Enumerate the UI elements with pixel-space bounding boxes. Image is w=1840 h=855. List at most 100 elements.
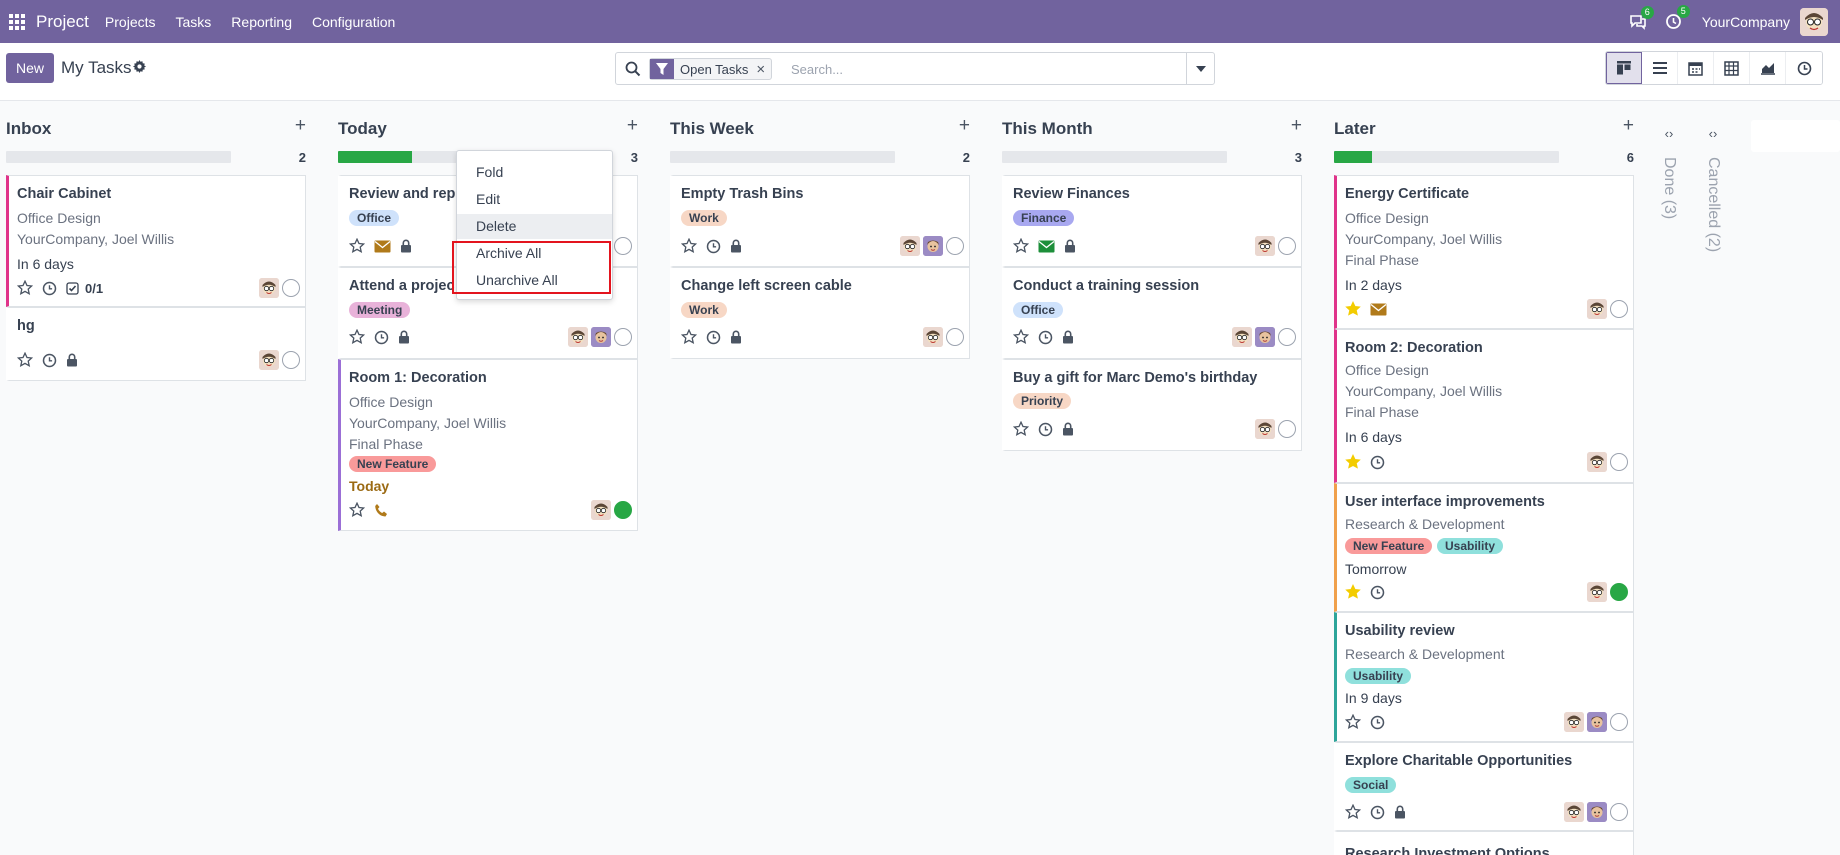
archive-all-option[interactable]: Archive All bbox=[457, 241, 612, 266]
assignee-avatar[interactable] bbox=[1587, 712, 1607, 732]
task-card[interactable]: Usability review Research & Development … bbox=[1334, 612, 1634, 742]
folded-column-label[interactable]: Cancelled (2) bbox=[1704, 157, 1722, 252]
task-card[interactable]: hg bbox=[6, 307, 306, 381]
star-icon[interactable] bbox=[681, 329, 697, 345]
star-icon[interactable] bbox=[1345, 454, 1361, 470]
email-icon[interactable] bbox=[1038, 240, 1055, 253]
nav-reporting[interactable]: Reporting bbox=[231, 14, 292, 30]
email-icon[interactable] bbox=[374, 240, 391, 253]
activity-clock-icon[interactable] bbox=[1370, 455, 1385, 470]
task-card[interactable]: Conduct a training session Office bbox=[1002, 267, 1302, 359]
task-card[interactable]: Explore Charitable Opportunities Social bbox=[1334, 742, 1634, 831]
star-icon[interactable] bbox=[681, 238, 697, 254]
task-state-circle[interactable] bbox=[1610, 803, 1628, 821]
task-card[interactable]: Change left screen cable Work bbox=[670, 267, 970, 359]
subtask-check-icon[interactable] bbox=[66, 281, 79, 295]
star-icon[interactable] bbox=[17, 280, 33, 296]
task-state-circle[interactable] bbox=[1278, 237, 1296, 255]
column-title[interactable]: Later bbox=[1334, 119, 1376, 139]
column-progress-bar[interactable] bbox=[1002, 151, 1227, 163]
star-icon[interactable] bbox=[17, 352, 33, 368]
pivot-view-button[interactable] bbox=[1714, 52, 1750, 84]
search-options-toggle[interactable] bbox=[1186, 53, 1214, 84]
column-title[interactable]: Today bbox=[338, 119, 387, 139]
task-card[interactable]: Buy a gift for Marc Demo's birthday Prio… bbox=[1002, 359, 1302, 451]
calendar-view-button[interactable] bbox=[1678, 52, 1714, 84]
add-column-placeholder[interactable] bbox=[1751, 120, 1840, 152]
star-icon[interactable] bbox=[1013, 421, 1029, 437]
star-icon[interactable] bbox=[349, 238, 365, 254]
activity-clock-icon[interactable] bbox=[1038, 422, 1053, 437]
email-icon[interactable] bbox=[1370, 303, 1387, 316]
user-avatar[interactable] bbox=[1800, 7, 1828, 36]
activity-view-button[interactable] bbox=[1786, 52, 1822, 84]
assignee-avatar[interactable] bbox=[568, 327, 588, 347]
assignee-avatar[interactable] bbox=[1587, 802, 1607, 822]
task-card[interactable]: Review Finances Finance bbox=[1002, 175, 1302, 267]
phone-icon[interactable] bbox=[374, 503, 389, 518]
add-task-icon[interactable]: + bbox=[627, 115, 638, 137]
apps-menu-icon[interactable] bbox=[0, 0, 34, 43]
task-state-circle[interactable] bbox=[1610, 713, 1628, 731]
assignee-avatar[interactable] bbox=[1587, 452, 1607, 472]
assignee-avatar[interactable] bbox=[900, 236, 920, 256]
list-view-button[interactable] bbox=[1642, 52, 1678, 84]
activity-clock-icon[interactable] bbox=[706, 239, 721, 254]
search-input[interactable] bbox=[791, 59, 1181, 79]
company-switcher[interactable]: YourCompany bbox=[1702, 14, 1790, 30]
task-card[interactable]: Empty Trash Bins Work bbox=[670, 175, 970, 267]
task-state-circle[interactable] bbox=[614, 501, 632, 519]
assignee-avatar[interactable] bbox=[1564, 712, 1584, 732]
column-title[interactable]: Inbox bbox=[6, 119, 51, 139]
folded-column-done[interactable]: ‹› Done (3) bbox=[1654, 125, 1684, 219]
task-state-circle[interactable] bbox=[282, 351, 300, 369]
star-icon[interactable] bbox=[349, 329, 365, 345]
assignee-avatar[interactable] bbox=[591, 500, 611, 520]
star-icon[interactable] bbox=[1345, 584, 1361, 600]
task-card[interactable]: Room 1: Decoration Office Design YourCom… bbox=[338, 359, 638, 531]
task-card[interactable]: Room 2: Decoration Office Design YourCom… bbox=[1334, 329, 1634, 483]
star-icon[interactable] bbox=[1345, 714, 1361, 730]
star-icon[interactable] bbox=[1013, 238, 1029, 254]
nav-projects[interactable]: Projects bbox=[105, 14, 156, 30]
folded-column-label[interactable]: Done (3) bbox=[1660, 157, 1678, 219]
task-card[interactable]: Energy Certificate Office Design YourCom… bbox=[1334, 175, 1634, 329]
kanban-view-button[interactable] bbox=[1606, 52, 1642, 84]
task-state-circle[interactable] bbox=[282, 279, 300, 297]
column-title[interactable]: This Month bbox=[1002, 119, 1093, 139]
task-card[interactable]: Research Investment Options bbox=[1334, 831, 1634, 855]
task-card[interactable]: Chair Cabinet Office Design YourCompany,… bbox=[6, 175, 306, 307]
new-button[interactable]: New bbox=[6, 53, 55, 83]
star-icon[interactable] bbox=[1345, 301, 1361, 317]
assignee-avatar[interactable] bbox=[259, 350, 279, 370]
activity-clock-icon[interactable] bbox=[42, 281, 57, 296]
task-state-circle[interactable] bbox=[614, 237, 632, 255]
unfold-arrows-icon[interactable]: ‹› bbox=[1665, 126, 1674, 141]
star-icon[interactable] bbox=[1013, 329, 1029, 345]
column-progress-bar[interactable] bbox=[1334, 151, 1559, 163]
add-task-icon[interactable]: + bbox=[1623, 115, 1634, 137]
app-brand[interactable]: Project bbox=[36, 12, 89, 32]
activity-clock-icon[interactable] bbox=[706, 330, 721, 345]
activity-clock-icon[interactable] bbox=[1370, 715, 1385, 730]
assignee-avatar[interactable] bbox=[591, 327, 611, 347]
task-state-circle[interactable] bbox=[614, 328, 632, 346]
assignee-avatar[interactable] bbox=[1587, 582, 1607, 602]
task-state-circle[interactable] bbox=[946, 237, 964, 255]
search-icon[interactable] bbox=[625, 61, 641, 77]
unfold-arrows-icon[interactable]: ‹› bbox=[1709, 126, 1718, 141]
unarchive-all-option[interactable]: Unarchive All bbox=[457, 268, 612, 293]
add-task-icon[interactable]: + bbox=[295, 115, 306, 137]
assignee-avatar[interactable] bbox=[1564, 802, 1584, 822]
star-icon[interactable] bbox=[349, 502, 365, 518]
assignee-avatar[interactable] bbox=[923, 327, 943, 347]
task-state-circle[interactable] bbox=[1278, 328, 1296, 346]
assignee-avatar[interactable] bbox=[1255, 419, 1275, 439]
assignee-avatar[interactable] bbox=[1255, 236, 1275, 256]
chat-icon[interactable]: 6 bbox=[1620, 5, 1656, 30]
add-task-icon[interactable]: + bbox=[1291, 115, 1302, 137]
activity-clock-icon[interactable] bbox=[1038, 330, 1053, 345]
column-progress-bar[interactable] bbox=[6, 151, 231, 163]
activity-clock-icon[interactable] bbox=[374, 330, 389, 345]
task-state-circle[interactable] bbox=[946, 328, 964, 346]
